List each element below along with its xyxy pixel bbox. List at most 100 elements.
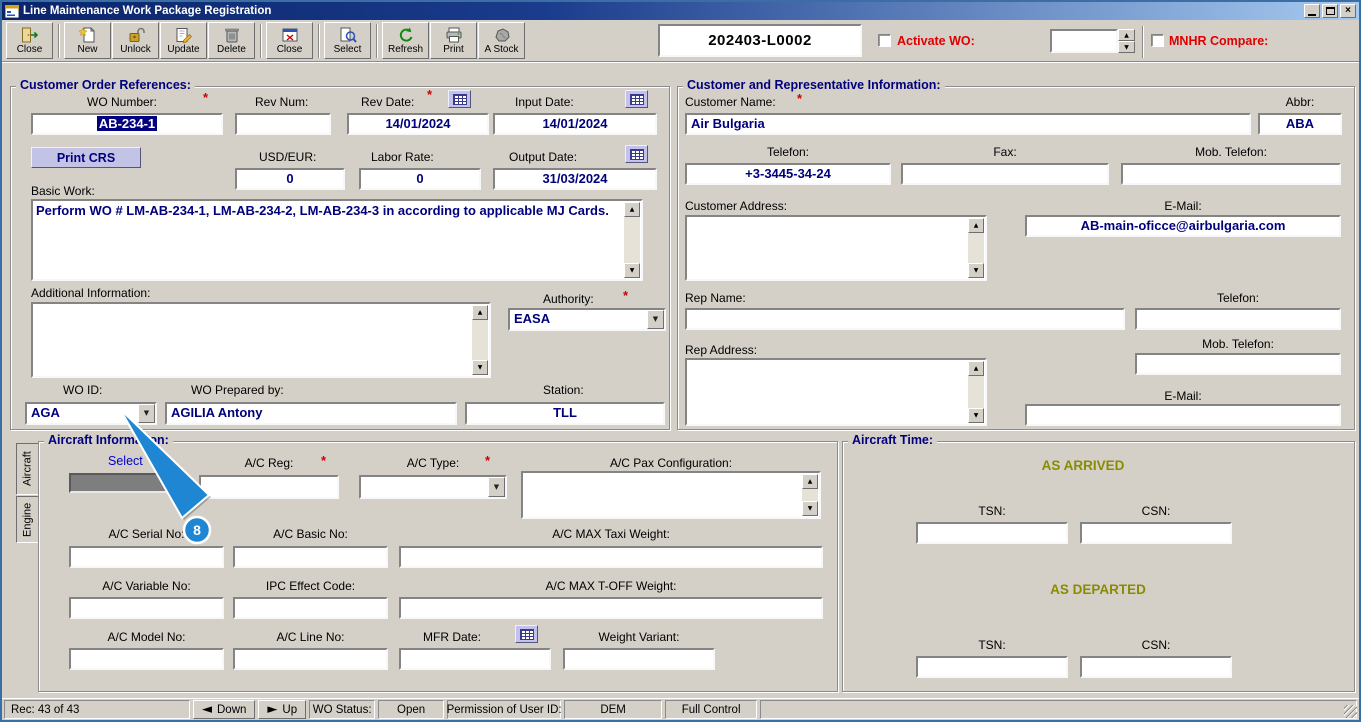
group-title: Aircraft Information: [44,433,173,447]
ac-line-no-input[interactable] [233,648,388,670]
abbr-input[interactable]: ABA [1258,113,1342,135]
app-icon [5,3,19,20]
mnhr-compare-checkbox[interactable] [1151,34,1164,47]
arrived-tsn-input[interactable] [916,522,1068,544]
toolbar-button-unlock[interactable]: Unlock [112,22,159,59]
ac-serial-no-input[interactable] [69,546,224,568]
ac-type-dropdown[interactable]: ▼ [359,475,507,499]
toolbar-button-update[interactable]: Update [160,22,207,59]
basic-work-textarea[interactable]: Perform WO # LM-AB-234-1, LM-AB-234-2, L… [31,199,643,281]
scroll-up-icon[interactable]: ▲ [802,474,818,489]
labor-rate-input[interactable]: 0 [359,168,481,190]
departed-csn-input[interactable] [1080,656,1232,678]
rep-email-label: E-Mail: [1025,389,1341,403]
scroll-up-icon[interactable]: ▲ [624,202,640,217]
rep-mob-telefon-input[interactable] [1135,353,1341,375]
customer-address-textarea[interactable]: ▲ ▼ [685,215,987,281]
ac-model-no-input[interactable] [69,648,224,670]
chevron-down-icon[interactable]: ▼ [488,477,505,497]
rep-email-input[interactable] [1025,404,1341,426]
spinner-down-icon[interactable]: ▼ [1118,41,1135,53]
minimize-button[interactable] [1304,4,1320,18]
ac-variable-no-input[interactable] [69,597,224,619]
mfr-date-input[interactable] [399,648,551,670]
rep-name-input[interactable] [685,308,1125,330]
scroll-up-icon[interactable]: ▲ [968,361,984,376]
aircraft-selector-field [69,473,181,493]
tab-aircraft[interactable]: Aircraft [16,443,39,495]
toolbar-button-delete[interactable]: Delete [208,22,255,59]
station-input[interactable]: TLL [465,402,665,425]
toolbar-button-new[interactable]: New [64,22,111,59]
close-button[interactable]: × [1340,4,1356,18]
tab-engine[interactable]: Engine [16,496,39,543]
up-button[interactable]: ► Up [258,700,306,719]
toolbar-button-refresh[interactable]: Refresh [382,22,429,59]
maximize-button[interactable] [1322,4,1338,18]
toolbar-button-a-stock[interactable]: A Stock [478,22,525,59]
usd-eur-input[interactable]: 0 [235,168,345,190]
departed-tsn-input[interactable] [916,656,1068,678]
ac-basic-no-input[interactable] [233,546,388,568]
scroll-down-icon[interactable]: ▼ [802,501,818,516]
stock-icon [493,26,511,43]
output-date-calendar-button[interactable] [625,145,648,163]
toolbar-button-select[interactable]: Select [324,22,371,59]
rep-telefon-input[interactable] [1135,308,1341,330]
mfr-date-calendar-button[interactable] [515,625,538,643]
down-button[interactable]: ◄ Down [193,700,255,719]
ac-max-toff-weight-input[interactable] [399,597,823,619]
scroll-down-icon[interactable]: ▼ [968,408,984,423]
scroll-down-icon[interactable]: ▼ [624,263,640,278]
rev-date-input[interactable]: 14/01/2024 [347,113,489,135]
arrived-csn-label: CSN: [1080,504,1232,518]
wo-number-input[interactable]: AB-234-1 [31,113,223,135]
ac-model-no-label: A/C Model No: [69,630,224,644]
input-date-calendar-button[interactable] [625,90,648,108]
rev-date-calendar-button[interactable] [448,90,471,108]
scroll-up-icon[interactable]: ▲ [968,218,984,233]
permission-user: DEM [564,700,662,719]
scroll-up-icon[interactable]: ▲ [472,305,488,320]
wo-id-dropdown[interactable]: AGA ▼ [25,402,157,425]
window-title: Line Maintenance Work Package Registrati… [23,5,271,17]
scroll-down-icon[interactable]: ▼ [968,263,984,278]
rep-address-textarea[interactable]: ▲ ▼ [685,358,987,426]
email-input[interactable]: AB-main-oficce@airbulgaria.com [1025,215,1341,237]
ac-pax-config-label: A/C Pax Configuration: [521,456,821,470]
update-pencil-icon [175,26,193,43]
ac-max-taxi-weight-input[interactable] [399,546,823,568]
ac-reg-input[interactable] [199,475,339,499]
ipc-effect-code-input[interactable] [233,597,388,619]
select-aircraft-link[interactable]: Select [108,454,143,468]
toolbar-button-close[interactable]: Close [6,22,53,59]
mob-telefon-input[interactable] [1121,163,1341,185]
activate-wo-checkbox[interactable] [878,34,891,47]
scrollbar[interactable]: ▲ ▼ [968,361,984,423]
scrollbar[interactable]: ▲ ▼ [472,305,488,375]
input-date-input[interactable]: 14/01/2024 [493,113,657,135]
telefon-input[interactable]: +3-3445-34-24 [685,163,891,185]
spinner-up-icon[interactable]: ▲ [1118,29,1135,41]
rev-num-input[interactable] [235,113,331,135]
resize-grip-icon[interactable] [1344,705,1357,718]
wo-prepared-by-input[interactable]: AGILIA Antony [165,402,457,425]
toolbar-button-close-window[interactable]: Close [266,22,313,59]
output-date-input[interactable]: 31/03/2024 [493,168,657,190]
additional-info-textarea[interactable]: ▲ ▼ [31,302,491,378]
scrollbar[interactable]: ▲ ▼ [624,202,640,278]
toolbar-button-print[interactable]: Print [430,22,477,59]
scroll-down-icon[interactable]: ▼ [472,360,488,375]
authority-dropdown[interactable]: EASA ▼ [508,308,666,331]
chevron-down-icon[interactable]: ▼ [138,404,155,423]
ac-pax-config-textarea[interactable]: ▲ ▼ [521,471,821,519]
scrollbar[interactable]: ▲ ▼ [968,218,984,278]
activate-wo-spinner-input[interactable] [1050,29,1118,53]
fax-input[interactable] [901,163,1109,185]
scrollbar[interactable]: ▲ ▼ [802,474,818,516]
print-crs-button[interactable]: Print CRS [31,147,141,168]
arrived-csn-input[interactable] [1080,522,1232,544]
customer-name-input[interactable]: Air Bulgaria [685,113,1251,135]
weight-variant-input[interactable] [563,648,715,670]
chevron-down-icon[interactable]: ▼ [647,310,664,329]
